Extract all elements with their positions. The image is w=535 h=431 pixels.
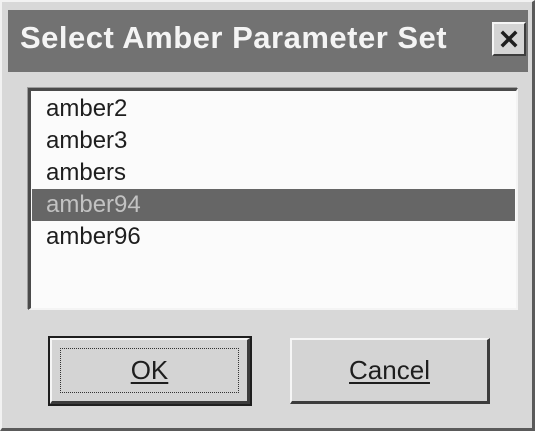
list-item-amber96[interactable]: amber96 — [32, 221, 515, 253]
close-icon — [500, 30, 518, 48]
list-item-ambers[interactable]: ambers — [32, 157, 515, 189]
list-item-amber3[interactable]: amber3 — [32, 125, 515, 157]
focus-rectangle — [60, 348, 239, 393]
list-item-amber2[interactable]: amber2 — [32, 93, 515, 125]
title-bar: Select Amber Parameter Set — [8, 10, 528, 72]
close-button[interactable] — [492, 22, 526, 56]
cancel-button[interactable]: Cancel — [290, 338, 490, 404]
list-item-amber94[interactable]: amber94 — [32, 189, 515, 221]
select-parameter-set-dialog: Select Amber Parameter Set amber2 amber3… — [0, 0, 535, 431]
cancel-button-label: Cancel — [349, 355, 430, 385]
ok-button[interactable]: OK — [48, 336, 252, 406]
dialog-title: Select Amber Parameter Set — [20, 20, 448, 55]
parameter-set-list[interactable]: amber2 amber3 ambers amber94 amber96 — [28, 88, 518, 310]
